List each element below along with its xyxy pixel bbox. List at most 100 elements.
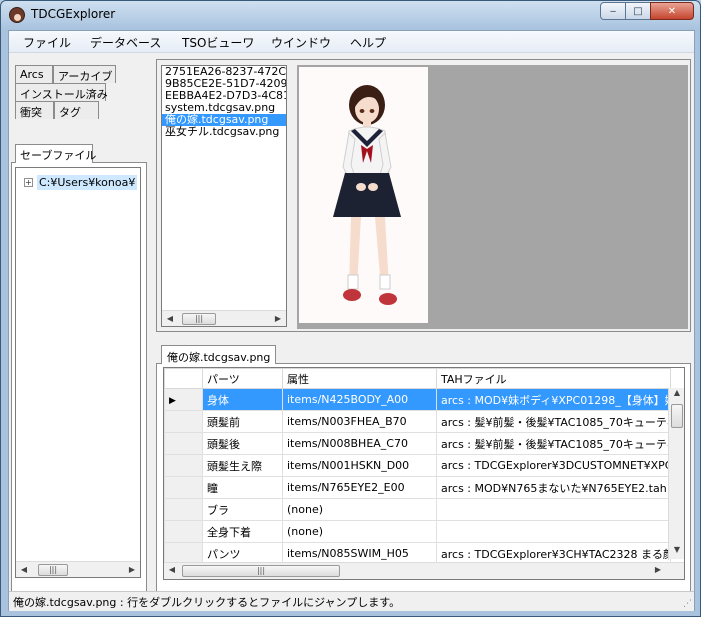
cell-attribute[interactable]: (none) (282, 520, 437, 543)
scroll-left-icon[interactable]: ◀ (164, 565, 180, 574)
scroll-thumb[interactable]: ||| (38, 564, 68, 576)
menu-bar: ファイル データベース TSOビューワ ウインドウ ヘルプ (9, 31, 694, 53)
tab-archive[interactable]: アーカイブ (53, 65, 116, 83)
cell-tah-file[interactable]: arcs : 髪¥前髪・後髪¥TAC1085_70キューティクル (436, 410, 671, 433)
cell-part[interactable]: 頭髪後 (202, 432, 283, 455)
tree-horizontal-scrollbar[interactable]: ◀ ||| ▶ (16, 561, 140, 577)
expand-icon[interactable]: + (24, 178, 33, 187)
list-item[interactable]: 巫女チル.tdcgsav.png (162, 126, 286, 138)
scroll-thumb[interactable]: ||| (182, 313, 216, 325)
scroll-thumb[interactable]: ||| (182, 565, 340, 577)
row-header[interactable] (164, 520, 203, 543)
table-row[interactable]: 頭髪前 items/N003FHEA_B70 arcs : 髪¥前髪・後髪¥TA… (164, 410, 671, 433)
menu-tso-viewer[interactable]: TSOビューワ (182, 34, 254, 51)
maximize-button[interactable]: □ (625, 2, 651, 20)
cell-tah-file[interactable]: arcs : MOD¥N765まないた¥N765EYE2.tah (436, 476, 671, 499)
scroll-left-icon[interactable]: ◀ (162, 314, 178, 323)
status-text: 俺の嫁.tdcgsav.png : 行をダブルクリックするとファイルにジャンプし… (13, 596, 401, 609)
cell-tah-file[interactable] (436, 498, 671, 521)
client-area: ファイル データベース TSOビューワ ウインドウ ヘルプ Arcs アーカイブ… (8, 30, 695, 611)
row-header[interactable] (164, 432, 203, 455)
window-title: TDCGExplorer (31, 7, 116, 21)
grid-vertical-scrollbar[interactable]: ▲ ▼ (668, 388, 684, 559)
tab-tag[interactable]: タグ (54, 101, 99, 119)
app-icon (9, 7, 25, 23)
cell-tah-file[interactable]: arcs : 髪¥前髪・後髪¥TAC1085_70キューティクル (436, 432, 671, 455)
scroll-thumb[interactable] (671, 404, 683, 428)
status-bar: 俺の嫁.tdcgsav.png : 行をダブルクリックするとファイルにジャンプし… (9, 591, 694, 611)
save-file-list[interactable]: 2751EA26-8237-472C-84 9B85CE2E-51D7-4209… (161, 65, 287, 327)
cell-part[interactable]: 全身下着 (202, 520, 283, 543)
column-header-part[interactable]: パーツ (202, 368, 283, 389)
cell-attribute[interactable]: items/N765EYE2_E00 (282, 476, 437, 499)
scroll-left-icon[interactable]: ◀ (16, 565, 32, 574)
scroll-down-icon[interactable]: ▼ (669, 545, 684, 559)
tab-document[interactable]: 俺の嫁.tdcgsav.png (161, 345, 277, 364)
table-row[interactable]: ブラ (none) (164, 498, 671, 521)
tab-arcs[interactable]: Arcs (15, 65, 53, 83)
character-illustration (333, 85, 401, 305)
cell-attribute[interactable]: items/N001HSKN_D00 (282, 454, 437, 477)
resize-grip-icon[interactable]: ⋰ (683, 599, 692, 609)
tree-node-root[interactable]: + C:¥Users¥konoa¥ (24, 175, 138, 190)
table-row[interactable]: 頭髪後 items/N008BHEA_C70 arcs : 髪¥前髪・後髪¥TA… (164, 432, 671, 455)
menu-file[interactable]: ファイル (23, 34, 71, 51)
column-header-attribute[interactable]: 属性 (282, 368, 437, 389)
table-header-row: パーツ 属性 TAHファイル (164, 368, 671, 389)
table-row[interactable]: 頭髪生え際 items/N001HSKN_D00 arcs : TDCGExpl… (164, 454, 671, 477)
row-header-corner (164, 368, 203, 389)
row-header[interactable] (164, 454, 203, 477)
cell-attribute[interactable]: (none) (282, 498, 437, 521)
cell-part[interactable]: ブラ (202, 498, 283, 521)
document-panel: 俺の嫁.tdcgsav.png パーツ 属性 TAHファイル ▶ 身体 item… (156, 341, 691, 608)
cell-part[interactable]: 身体 (202, 388, 283, 411)
character-preview-image (299, 67, 428, 323)
main-window: TDCGExplorer ‒ □ ✕ ファイル データベース TSOビューワ ウ… (0, 0, 701, 617)
row-header[interactable] (164, 476, 203, 499)
preview-panel: 2751EA26-8237-472C-84 9B85CE2E-51D7-4209… (156, 59, 691, 332)
scroll-right-icon[interactable]: ▶ (650, 565, 666, 574)
close-icon: ✕ (667, 5, 677, 17)
maximize-icon: □ (633, 5, 643, 17)
cell-tah-file[interactable]: arcs : MOD¥妹ボディ¥XPC01298_【身体】妹ボディ (436, 388, 671, 411)
file-list-horizontal-scrollbar[interactable]: ◀ ||| ▶ (162, 310, 286, 326)
tree-node-label[interactable]: C:¥Users¥konoa¥ (37, 175, 138, 190)
minimize-icon: ‒ (609, 5, 617, 17)
tab-save-file[interactable]: セーブファイル (15, 144, 96, 163)
row-header[interactable] (164, 410, 203, 433)
title-bar[interactable]: TDCGExplorer ‒ □ ✕ (1, 1, 700, 29)
image-preview-area (297, 65, 688, 329)
menu-window[interactable]: ウインドウ (271, 34, 331, 51)
menu-help[interactable]: ヘルプ (350, 34, 386, 51)
cell-attribute[interactable]: items/N425BODY_A00 (282, 388, 437, 411)
tab-installed[interactable]: インストール済み (15, 83, 108, 101)
cell-part[interactable]: 瞳 (202, 476, 283, 499)
grid-horizontal-scrollbar[interactable]: ◀ ||| ▶ (164, 562, 684, 579)
cell-tah-file[interactable] (436, 520, 671, 543)
cell-part[interactable]: 頭髪前 (202, 410, 283, 433)
column-header-tah-file[interactable]: TAHファイル (436, 368, 671, 389)
left-panel: Arcs アーカイブ インストール済み 衝突 タグ セーブファイル + C:¥U… (11, 59, 148, 605)
minimize-button[interactable]: ‒ (600, 2, 626, 20)
row-header[interactable]: ▶ (164, 388, 203, 411)
cell-attribute[interactable]: items/N003FHEA_B70 (282, 410, 437, 433)
row-header[interactable] (164, 498, 203, 521)
folder-tree[interactable]: + C:¥Users¥konoa¥ ◀ ||| ▶ (15, 167, 141, 578)
table-row[interactable]: 全身下着 (none) (164, 520, 671, 543)
scroll-up-icon[interactable]: ▲ (669, 388, 684, 402)
caption-buttons: ‒ □ ✕ (600, 2, 694, 20)
menu-database[interactable]: データベース (90, 34, 161, 51)
cell-tah-file[interactable]: arcs : TDCGExplorer¥3DCUSTOMNET¥XPC0122 (436, 454, 671, 477)
current-row-icon: ▶ (169, 396, 176, 406)
tab-collision[interactable]: 衝突 (15, 101, 54, 119)
scroll-right-icon[interactable]: ▶ (270, 314, 286, 323)
cell-attribute[interactable]: items/N008BHEA_C70 (282, 432, 437, 455)
scroll-right-icon[interactable]: ▶ (124, 565, 140, 574)
table-row[interactable]: 瞳 items/N765EYE2_E00 arcs : MOD¥N765まないた… (164, 476, 671, 499)
close-button[interactable]: ✕ (650, 2, 694, 20)
document-tab-body: パーツ 属性 TAHファイル ▶ 身体 items/N425BODY_A00 a… (156, 363, 691, 608)
cell-part[interactable]: 頭髪生え際 (202, 454, 283, 477)
table-row[interactable]: ▶ 身体 items/N425BODY_A00 arcs : MOD¥妹ボディ¥… (164, 388, 671, 411)
parts-data-grid[interactable]: パーツ 属性 TAHファイル ▶ 身体 items/N425BODY_A00 a… (163, 367, 685, 580)
parts-table: パーツ 属性 TAHファイル ▶ 身体 items/N425BODY_A00 a… (164, 368, 671, 565)
